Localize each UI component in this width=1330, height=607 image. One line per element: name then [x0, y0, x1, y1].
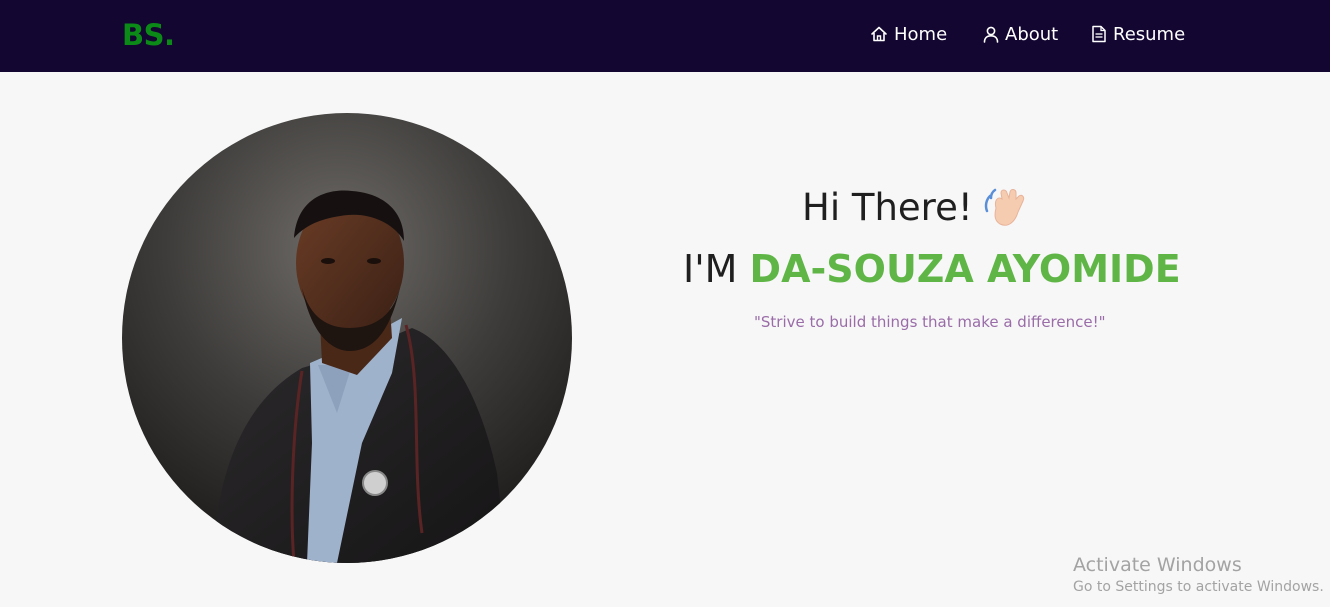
navbar: BS. Home About Resume	[0, 0, 1330, 72]
nav-item-label: Resume	[1113, 23, 1186, 45]
nav-item-label: Home	[894, 23, 948, 45]
intro-heading: I'M DA-SOUZA AYOMIDE	[683, 247, 1181, 291]
nav-item-label: About	[1005, 23, 1059, 45]
document-icon	[1092, 25, 1106, 43]
profile-photo	[122, 113, 572, 563]
full-name: DA-SOUZA AYOMIDE	[749, 247, 1181, 291]
greeting-heading: Hi There!	[802, 186, 973, 229]
nav-item-resume[interactable]: Resume	[1091, 22, 1185, 46]
activate-windows-title: Activate Windows	[1073, 554, 1242, 576]
waving-hand-icon	[984, 188, 1025, 226]
tagline-quote: "Strive to build things that make a diff…	[754, 313, 1106, 331]
nav-item-home[interactable]: Home	[870, 22, 947, 46]
activate-windows-subtitle: Go to Settings to activate Windows.	[1073, 579, 1324, 595]
nav-item-about[interactable]: About	[983, 22, 1058, 46]
home-icon	[871, 26, 887, 42]
logo[interactable]: BS.	[122, 18, 175, 52]
intro-prefix: I'M	[683, 247, 738, 291]
user-icon	[983, 26, 999, 43]
